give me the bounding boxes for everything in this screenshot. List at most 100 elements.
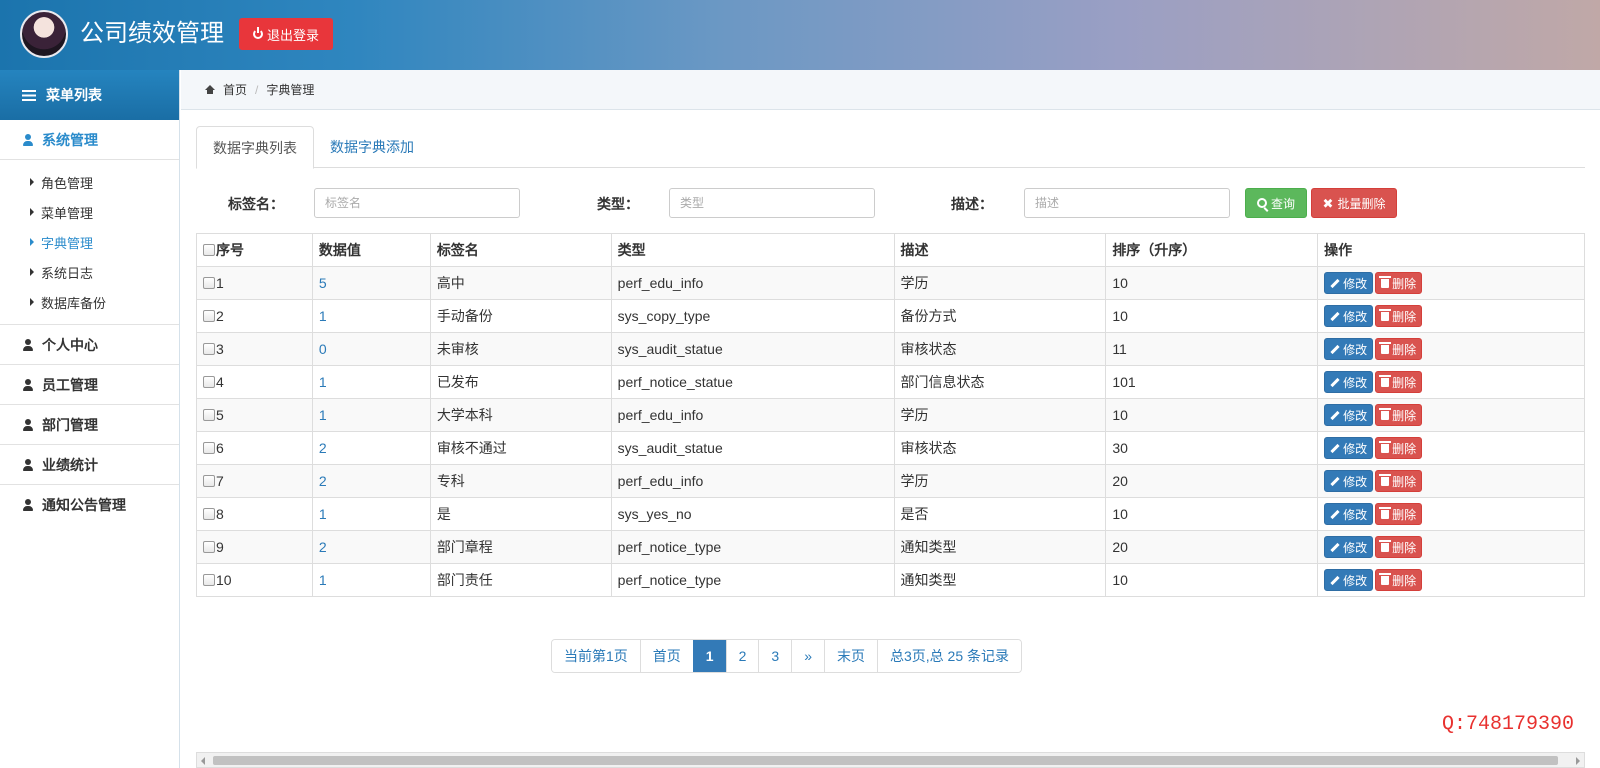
caret-right-icon bbox=[30, 208, 34, 216]
row-checkbox[interactable] bbox=[203, 343, 215, 355]
cell-type: sys_audit_statue bbox=[610, 332, 895, 366]
row-checkbox[interactable] bbox=[203, 277, 215, 289]
sidebar-group-performance[interactable]: 业绩统计 bbox=[0, 445, 179, 485]
trash-icon bbox=[1379, 572, 1392, 585]
delete-button[interactable]: 删除 bbox=[1375, 305, 1423, 327]
delete-button[interactable]: 删除 bbox=[1375, 437, 1423, 459]
trash-icon bbox=[1379, 506, 1392, 519]
sidebar-group-notices[interactable]: 通知公告管理 bbox=[0, 485, 179, 525]
row-checkbox[interactable] bbox=[203, 442, 215, 454]
type-input[interactable] bbox=[669, 188, 875, 218]
cell-label: 已发布 bbox=[429, 365, 612, 399]
query-button[interactable]: 查询 bbox=[1245, 188, 1307, 218]
delete-button[interactable]: 删除 bbox=[1375, 272, 1423, 294]
list-icon bbox=[22, 89, 36, 101]
scroll-left-arrow[interactable] bbox=[201, 757, 205, 765]
cell-actions: 修改 删除 bbox=[1317, 332, 1585, 366]
row-checkbox[interactable] bbox=[203, 508, 215, 520]
dictionary-table: 序号 数据值 标签名 类型 描述 排序（升序） 操作 1 5 高中 perf_edu_… bbox=[196, 233, 1585, 597]
sidebar-item-logs[interactable]: 系统日志 bbox=[0, 257, 179, 287]
page-3[interactable]: 3 bbox=[758, 640, 792, 672]
batch-delete-button[interactable]: ✖ 批量删除 bbox=[1311, 188, 1397, 218]
cell-value[interactable]: 1 bbox=[311, 563, 431, 597]
row-checkbox[interactable] bbox=[203, 409, 215, 421]
cell-type: perf_edu_info bbox=[610, 266, 895, 300]
cell-description: 审核状态 bbox=[893, 332, 1107, 366]
horizontal-scrollbar[interactable] bbox=[196, 752, 1585, 768]
edit-button[interactable]: 修改 bbox=[1324, 404, 1374, 426]
cell-value[interactable]: 1 bbox=[311, 299, 431, 333]
menu-list-header: 菜单列表 bbox=[0, 70, 179, 120]
edit-button[interactable]: 修改 bbox=[1324, 503, 1374, 525]
table-header-row: 序号 数据值 标签名 类型 描述 排序（升序） 操作 bbox=[196, 233, 1585, 267]
cell-label: 未审核 bbox=[429, 332, 612, 366]
table-row: 8 1 是 sys_yes_no 是否 10 修改 删除 bbox=[196, 497, 1585, 531]
table-row: 6 2 审核不通过 sys_audit_statue 审核状态 30 修改 删除 bbox=[196, 431, 1585, 465]
cell-index: 8 bbox=[196, 497, 313, 531]
cell-value[interactable]: 1 bbox=[311, 365, 431, 399]
cell-value[interactable]: 2 bbox=[311, 530, 431, 564]
delete-button[interactable]: 删除 bbox=[1375, 569, 1423, 591]
sidebar-group-system[interactable]: 系统管理 bbox=[0, 120, 179, 160]
edit-button[interactable]: 修改 bbox=[1324, 536, 1374, 558]
edit-button[interactable]: 修改 bbox=[1324, 569, 1374, 591]
trash-icon bbox=[1379, 308, 1392, 321]
delete-button[interactable]: 删除 bbox=[1375, 338, 1423, 360]
trash-icon bbox=[1379, 341, 1392, 354]
cell-value[interactable]: 1 bbox=[311, 398, 431, 432]
edit-button[interactable]: 修改 bbox=[1324, 371, 1374, 393]
sidebar-item-roles[interactable]: 角色管理 bbox=[0, 167, 179, 197]
scrollbar-thumb[interactable] bbox=[213, 756, 1558, 765]
cell-value[interactable]: 1 bbox=[311, 497, 431, 531]
page-first[interactable]: 首页 bbox=[639, 640, 693, 672]
cell-value[interactable]: 5 bbox=[311, 266, 431, 300]
edit-button[interactable]: 修改 bbox=[1324, 338, 1374, 360]
delete-button[interactable]: 删除 bbox=[1375, 404, 1423, 426]
sidebar-group-employees[interactable]: 员工管理 bbox=[0, 365, 179, 405]
delete-button[interactable]: 删除 bbox=[1375, 536, 1423, 558]
description-input[interactable] bbox=[1024, 188, 1230, 218]
system-submenu: 角色管理 菜单管理 字典管理 系统日志 数据库备份 bbox=[0, 160, 179, 325]
tab-dictionary-list[interactable]: 数据字典列表 bbox=[196, 126, 314, 169]
label-name-label: 标签名： bbox=[228, 196, 284, 212]
row-checkbox[interactable] bbox=[203, 574, 215, 586]
cell-value[interactable]: 2 bbox=[311, 431, 431, 465]
sidebar-item-dictionary[interactable]: 字典管理 bbox=[0, 227, 179, 257]
label-name-input[interactable] bbox=[314, 188, 520, 218]
edit-button[interactable]: 修改 bbox=[1324, 272, 1374, 294]
logout-button[interactable]: 退出登录 bbox=[239, 18, 333, 50]
sidebar-item-db-backup[interactable]: 数据库备份 bbox=[0, 287, 179, 317]
cell-value[interactable]: 0 bbox=[311, 332, 431, 366]
row-checkbox[interactable] bbox=[203, 310, 215, 322]
table-row: 3 0 未审核 sys_audit_statue 审核状态 11 修改 删除 bbox=[196, 332, 1585, 366]
sidebar-group-personal[interactable]: 个人中心 bbox=[0, 325, 179, 365]
sidebar-item-menus[interactable]: 菜单管理 bbox=[0, 197, 179, 227]
page-1[interactable]: 1 bbox=[692, 640, 726, 672]
cell-sort: 20 bbox=[1105, 464, 1319, 498]
user-avatar[interactable] bbox=[20, 10, 68, 58]
delete-button[interactable]: 删除 bbox=[1375, 503, 1423, 525]
row-checkbox[interactable] bbox=[203, 475, 215, 487]
row-checkbox[interactable] bbox=[203, 376, 215, 388]
row-checkbox[interactable] bbox=[203, 541, 215, 553]
cell-sort: 10 bbox=[1105, 266, 1319, 300]
breadcrumb-home[interactable]: 首页 bbox=[223, 81, 247, 98]
pencil-icon bbox=[1330, 443, 1340, 453]
edit-button[interactable]: 修改 bbox=[1324, 305, 1374, 327]
delete-button[interactable]: 删除 bbox=[1375, 470, 1423, 492]
page-2[interactable]: 2 bbox=[725, 640, 759, 672]
delete-button[interactable]: 删除 bbox=[1375, 371, 1423, 393]
select-all-checkbox[interactable] bbox=[203, 244, 215, 256]
edit-button[interactable]: 修改 bbox=[1324, 470, 1374, 492]
page-last[interactable]: 末页 bbox=[823, 640, 877, 672]
tab-dictionary-add[interactable]: 数据字典添加 bbox=[314, 126, 430, 168]
cell-value[interactable]: 2 bbox=[311, 464, 431, 498]
cell-type: perf_notice_type bbox=[610, 530, 895, 564]
page-next[interactable]: » bbox=[791, 640, 824, 672]
scroll-right-arrow[interactable] bbox=[1576, 757, 1580, 765]
sidebar-group-departments[interactable]: 部门管理 bbox=[0, 405, 179, 445]
cell-index: 4 bbox=[196, 365, 313, 399]
edit-button[interactable]: 修改 bbox=[1324, 437, 1374, 459]
pencil-icon bbox=[1330, 575, 1340, 585]
cell-description: 学历 bbox=[893, 464, 1107, 498]
